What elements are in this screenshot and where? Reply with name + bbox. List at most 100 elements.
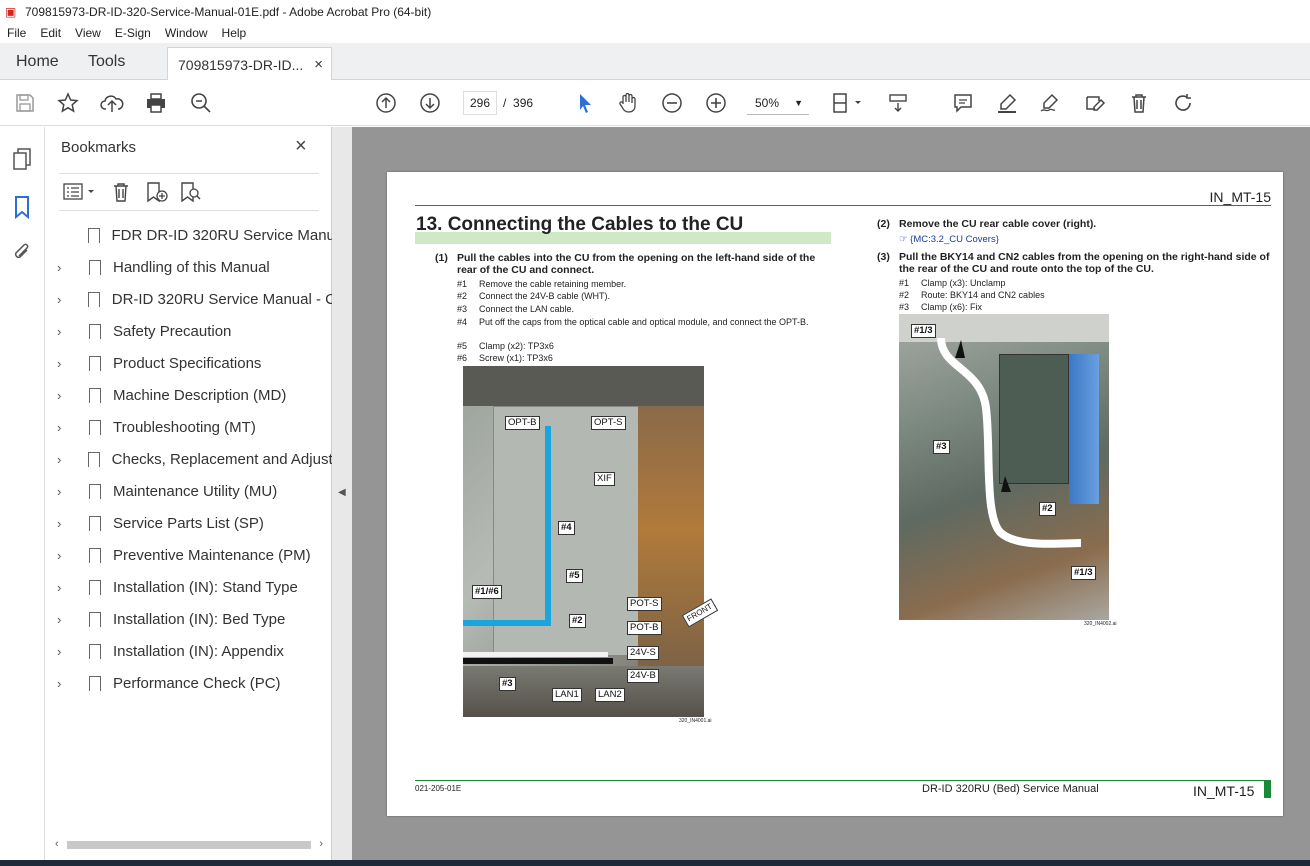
zoom-level-select[interactable]: 50% ▼ (747, 91, 809, 115)
bookmark-flag-icon (89, 259, 101, 275)
page-number-input[interactable]: 296 (463, 91, 497, 115)
menu-edit[interactable]: Edit (33, 26, 68, 40)
label-pot-s: POT-S (627, 597, 662, 611)
bookmark-item[interactable]: › Installation (IN): Stand Type (45, 571, 332, 603)
page-display-icon[interactable] (830, 91, 864, 115)
zoom-out-icon[interactable] (660, 91, 684, 115)
chevron-right-icon[interactable]: › (57, 612, 71, 627)
pdf-page: IN_MT-15 13. Connecting the Cables to th… (387, 172, 1283, 816)
label-opt-s: OPT-S (591, 416, 626, 430)
attachments-paperclip-icon[interactable] (10, 241, 34, 265)
bookmark-options-icon[interactable] (63, 182, 97, 207)
chevron-right-icon[interactable]: › (57, 548, 71, 563)
tab-tools[interactable]: Tools (88, 43, 125, 80)
main-toolbar: 296 / 396 50% ▼ (0, 80, 1310, 126)
bookmark-flag-icon (89, 323, 101, 339)
bookmark-item[interactable]: › Troubleshooting (MT) (45, 411, 332, 443)
tab-document[interactable]: 709815973-DR-ID... × (167, 47, 332, 81)
label-1-3-bottom: #1/3 (1071, 566, 1096, 580)
menu-file[interactable]: File (0, 26, 33, 40)
bookmark-item[interactable]: › Machine Description (MD) (45, 379, 332, 411)
bookmark-item[interactable]: › Preventive Maintenance (PM) (45, 539, 332, 571)
upload-cloud-icon[interactable] (100, 91, 124, 115)
chevron-right-icon[interactable]: › (57, 516, 71, 531)
save-icon[interactable] (13, 91, 37, 115)
title-bar: ▣ 709815973-DR-ID-320-Service-Manual-01E… (0, 0, 1310, 23)
footer-rule (415, 780, 1271, 781)
figure-code-2: 320_IN4002.ai (1084, 621, 1117, 627)
chevron-right-icon[interactable]: › (57, 484, 71, 499)
tab-home[interactable]: Home (16, 43, 59, 80)
previous-page-icon[interactable] (374, 91, 398, 115)
bookmark-list: FDR DR-ID 320RU Service Manual › Handling… (45, 219, 332, 699)
label-3: #3 (499, 677, 516, 691)
hand-tool-icon[interactable] (616, 91, 640, 115)
bookmark-item[interactable]: › Installation (IN): Bed Type (45, 603, 332, 635)
bookmark-item[interactable]: › Maintenance Utility (MU) (45, 475, 332, 507)
collapse-panel-handle[interactable]: ◀ (332, 127, 352, 860)
footer-doc-number: 021-205-01E (415, 784, 462, 793)
collapse-arrow-icon[interactable]: ◀ (338, 487, 346, 498)
chevron-right-icon[interactable]: › (57, 388, 71, 403)
bookmark-item[interactable]: › Checks, Replacement and Adjustm (45, 443, 332, 475)
chevron-right-icon[interactable]: › (57, 452, 70, 467)
star-icon[interactable] (56, 91, 80, 115)
bookmark-item[interactable]: › DR-ID 320RU Service Manual - Co (45, 283, 332, 315)
scroll-mode-icon[interactable] (886, 91, 910, 115)
cu-photo-right: #1/3 #3 #2 #1/3 (899, 314, 1109, 620)
zoom-in-icon[interactable] (704, 91, 728, 115)
chevron-right-icon[interactable]: › (57, 420, 71, 435)
chevron-right-icon[interactable]: › (57, 356, 71, 371)
menu-window[interactable]: Window (158, 26, 215, 40)
label-2: #2 (569, 614, 586, 628)
tab-close-icon[interactable]: × (314, 56, 323, 73)
menu-help[interactable]: Help (215, 26, 254, 40)
label-24v-b: 24V-B (627, 669, 659, 683)
bookmark-item[interactable]: › Safety Precaution (45, 315, 332, 347)
bookmark-item[interactable]: › Performance Check (PC) (45, 667, 332, 699)
horizontal-scrollbar[interactable]: ‹ › (51, 834, 327, 856)
edit-pdf-icon[interactable] (1083, 91, 1107, 115)
print-icon[interactable] (144, 91, 168, 115)
chevron-down-icon: ▼ (794, 97, 803, 108)
tab-bar: Home Tools 709815973-DR-ID... × (0, 43, 1310, 81)
bookmark-item[interactable]: › Installation (IN): Appendix (45, 635, 332, 667)
bookmarks-icon[interactable] (10, 195, 34, 220)
bookmarks-panel: Bookmarks × FDR DR-ID 320RU Service Manu… (45, 127, 332, 860)
chevron-right-icon[interactable]: › (57, 260, 71, 275)
comment-icon[interactable] (951, 91, 975, 115)
scrollbar-thumb[interactable] (67, 841, 311, 849)
bookmark-flag-icon (88, 451, 100, 467)
menu-esign[interactable]: E-Sign (108, 26, 158, 40)
cross-reference-link[interactable]: ☞ {MC:3.2_CU Covers} (899, 234, 999, 245)
chevron-right-icon[interactable]: › (57, 292, 70, 307)
page-count: / 396 (503, 96, 534, 110)
highlight-pen-icon[interactable] (995, 91, 1019, 115)
label-lan2: LAN2 (595, 688, 625, 702)
chevron-right-icon[interactable]: › (57, 324, 71, 339)
scroll-right-icon[interactable]: › (319, 838, 323, 850)
rotate-icon[interactable] (1171, 91, 1195, 115)
select-cursor-icon[interactable] (573, 91, 597, 115)
panel-close-icon[interactable]: × (295, 135, 307, 158)
chevron-right-icon[interactable]: › (57, 580, 71, 595)
bookmark-item[interactable]: › Handling of this Manual (45, 251, 332, 283)
bookmark-flag-icon (89, 387, 101, 403)
delete-bookmark-icon[interactable] (111, 181, 131, 208)
delete-trash-icon[interactable] (1127, 91, 1151, 115)
find-bookmark-icon[interactable] (179, 181, 203, 208)
new-bookmark-icon[interactable] (145, 181, 169, 208)
chevron-right-icon[interactable]: › (57, 644, 71, 659)
bookmark-flag-icon (89, 419, 101, 435)
page-thumbnails-icon[interactable] (10, 147, 34, 171)
scroll-left-icon[interactable]: ‹ (55, 838, 59, 850)
draw-signature-icon[interactable] (1038, 91, 1062, 115)
bookmark-item[interactable]: › Service Parts List (SP) (45, 507, 332, 539)
bookmark-item[interactable]: FDR DR-ID 320RU Service Manual (45, 219, 332, 251)
left-rail (0, 127, 45, 860)
chevron-right-icon[interactable]: › (57, 676, 71, 691)
next-page-icon[interactable] (418, 91, 442, 115)
zoom-search-icon[interactable] (189, 91, 213, 115)
menu-view[interactable]: View (68, 26, 108, 40)
bookmark-item[interactable]: › Product Specifications (45, 347, 332, 379)
